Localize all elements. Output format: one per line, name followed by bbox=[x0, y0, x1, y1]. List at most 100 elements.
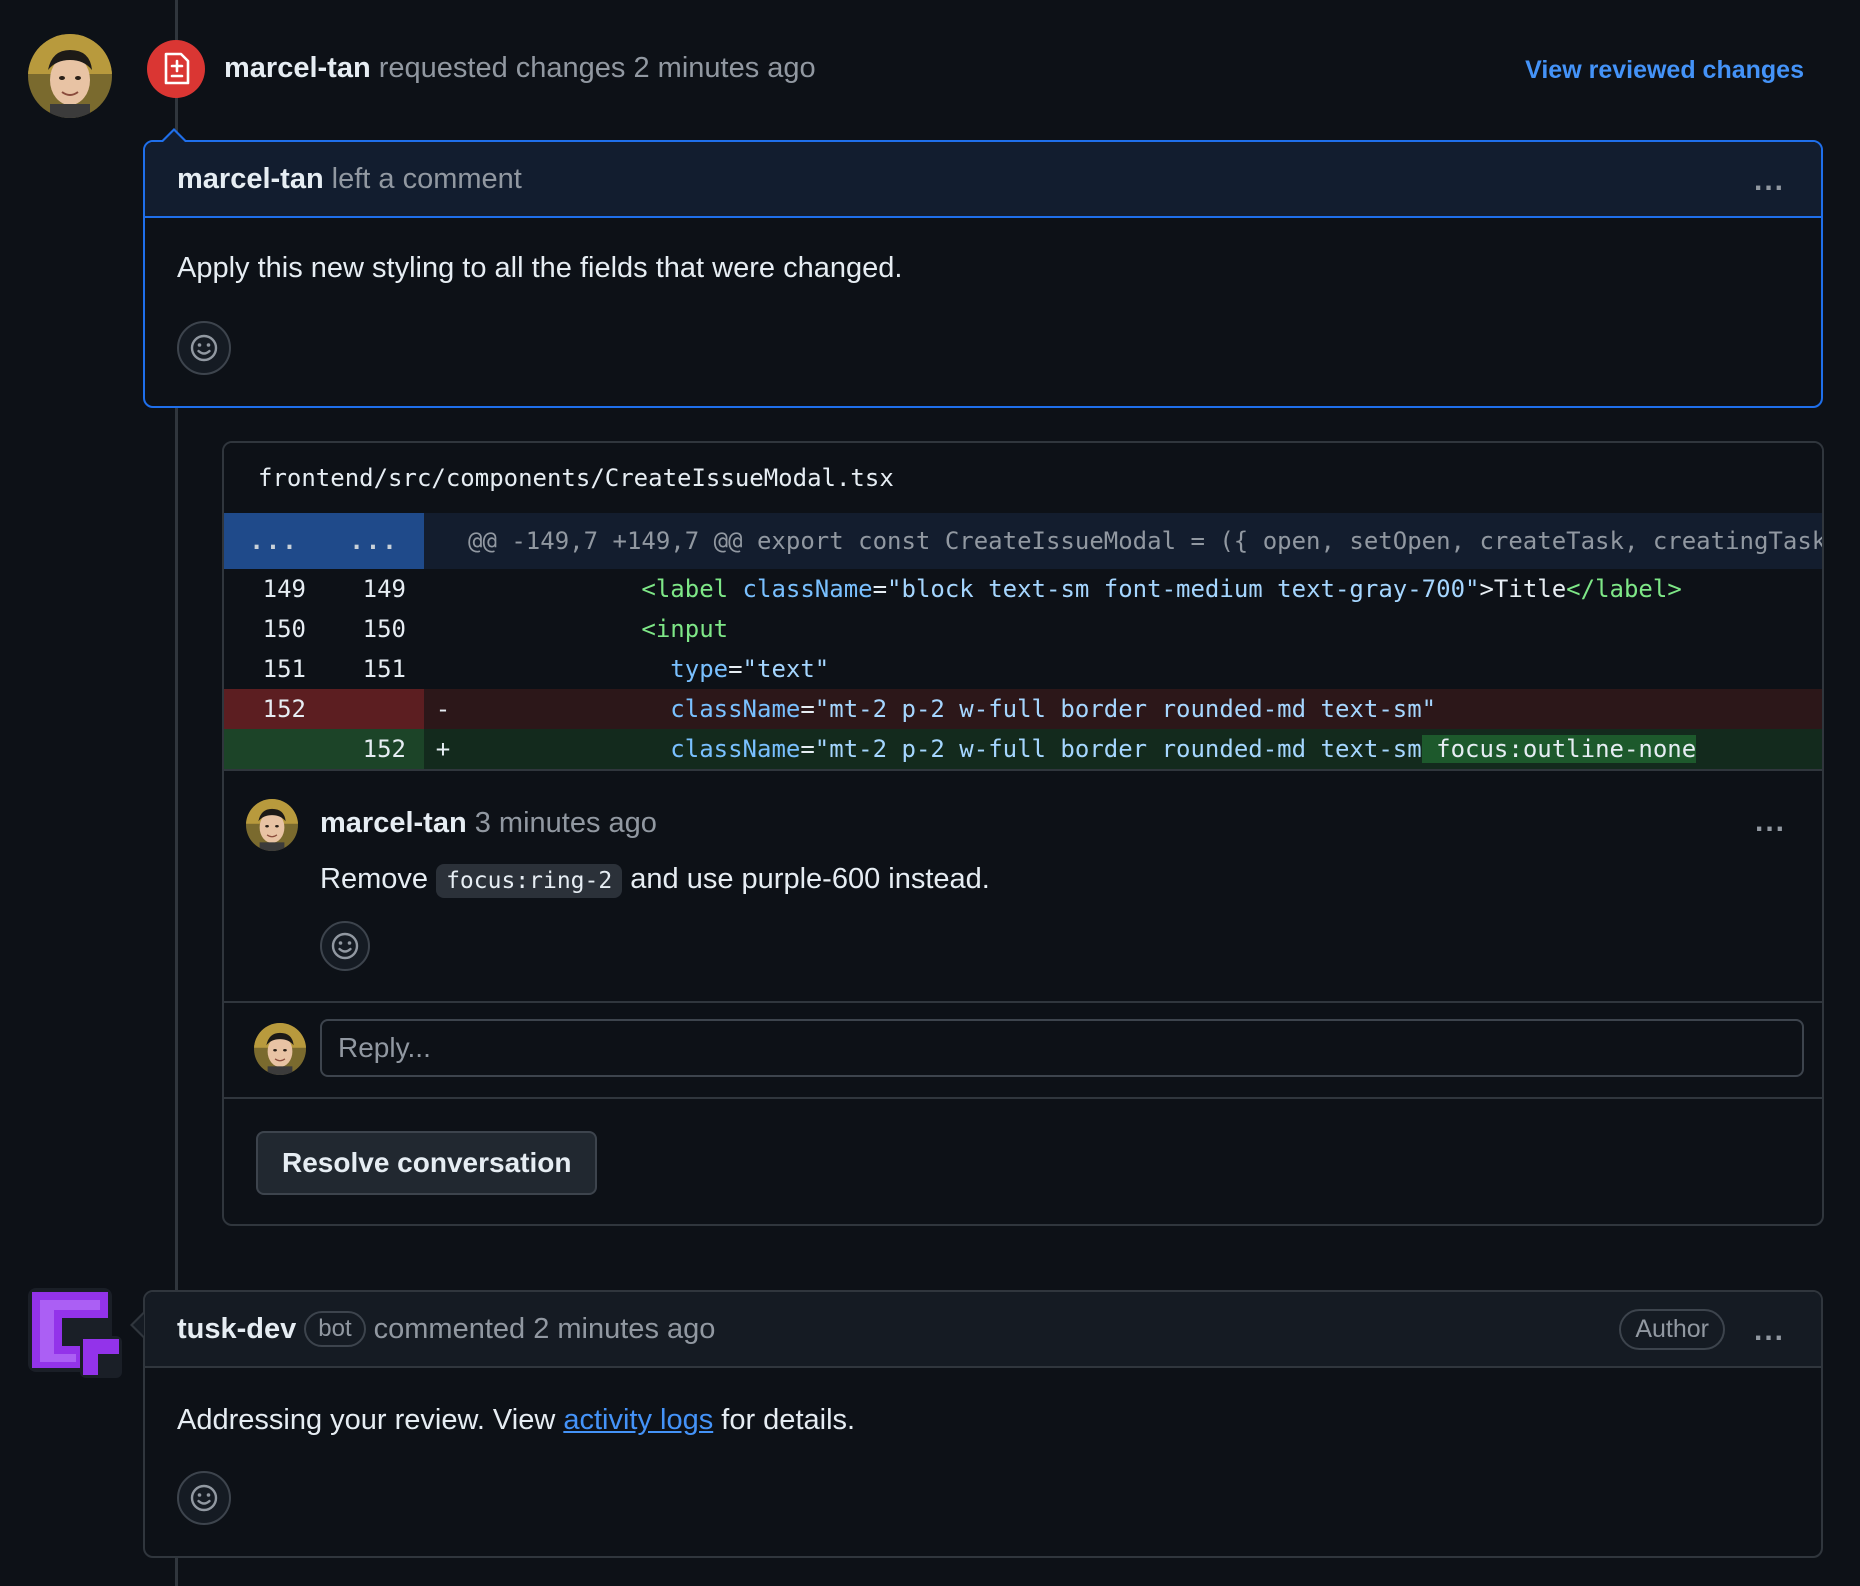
line-number-gutter: 152 bbox=[224, 689, 424, 729]
line-number-gutter: 151 151 bbox=[224, 649, 424, 689]
kebab-horizontal-icon[interactable]: ... bbox=[1754, 1314, 1785, 1348]
code-token: </ bbox=[1566, 575, 1596, 603]
hunk-gutter-left: ... bbox=[249, 527, 299, 555]
diff-line: 150 150 <input bbox=[224, 609, 1822, 649]
hunk-header: @@ -149,7 +149,7 @@ export const CreateI… bbox=[468, 527, 1824, 555]
bot-comment-text: Addressing your review. View activity lo… bbox=[177, 1404, 1789, 1437]
resolve-conversation-button[interactable]: Resolve conversation bbox=[256, 1131, 598, 1195]
review-thread: frontend/src/components/CreateIssueModal… bbox=[222, 441, 1824, 1226]
code-content: <label className="block text-sm font-med… bbox=[462, 575, 1682, 603]
thread-comment: marcel-tan 3 minutes ago ... Remove focu… bbox=[224, 769, 1822, 1001]
review-action: requested changes bbox=[378, 52, 626, 84]
code-token: = bbox=[800, 695, 815, 723]
review-comment-header: marcel-tan left a comment ... bbox=[145, 142, 1821, 218]
code-token: "text" bbox=[742, 655, 830, 683]
resolve-area: Resolve conversation bbox=[224, 1099, 1822, 1224]
bot-comment-body: Addressing your review. View activity lo… bbox=[145, 1368, 1821, 1525]
file-diff-icon bbox=[147, 40, 205, 98]
hunk-header-row: ... ... @@ -149,7 +149,7 @@ export const… bbox=[224, 513, 1822, 569]
new-line-number[interactable]: 149 bbox=[324, 575, 424, 603]
bot-action: commented 2 minutes ago bbox=[373, 1312, 716, 1345]
new-line-number[interactable]: 150 bbox=[324, 615, 424, 643]
code-token: "block text-sm font-medium text-gray-700… bbox=[887, 575, 1480, 603]
code-token: = bbox=[800, 735, 815, 763]
code-token: >Title bbox=[1479, 575, 1567, 603]
line-number-gutter: 152 bbox=[224, 729, 424, 769]
diff-line-added: 152 + className="mt-2 p-2 w-full border r… bbox=[224, 729, 1822, 769]
old-line-number[interactable]: 151 bbox=[224, 655, 324, 683]
diff-sign: - bbox=[435, 695, 451, 723]
diff-sign: + bbox=[435, 735, 451, 763]
reply-input[interactable]: Reply... bbox=[320, 1019, 1804, 1077]
code-token: className bbox=[742, 575, 873, 603]
comment-caret-inner bbox=[163, 131, 185, 142]
bot-comment: tusk-dev bot commented 2 minutes ago Aut… bbox=[143, 1290, 1823, 1558]
kebab-horizontal-icon[interactable]: ... bbox=[1754, 164, 1785, 198]
old-line-number[interactable]: 149 bbox=[224, 575, 324, 603]
old-line-number[interactable]: 152 bbox=[224, 695, 324, 723]
line-number-gutter: 149 149 bbox=[224, 569, 424, 609]
code-token: = bbox=[872, 575, 888, 603]
code-token: type bbox=[670, 655, 729, 683]
line-number-gutter: 150 150 bbox=[224, 609, 424, 649]
code-token: input bbox=[655, 615, 729, 643]
code-token: className bbox=[670, 735, 801, 763]
code-token: "mt-2 p-2 w-full border rounded-md text-… bbox=[814, 735, 1422, 763]
smiley-icon[interactable] bbox=[177, 321, 231, 375]
code-token: className bbox=[670, 695, 801, 723]
comment-body: Apply this new styling to all the fields… bbox=[145, 218, 1821, 375]
bot-author-link[interactable]: tusk-dev bbox=[177, 1313, 296, 1346]
code-token: > bbox=[1667, 575, 1682, 603]
comment-author-link[interactable]: marcel-tan bbox=[177, 163, 324, 196]
new-line-number[interactable]: 152 bbox=[324, 735, 424, 763]
diff-line-deleted: 152 - className="mt-2 p-2 w-full border r… bbox=[224, 689, 1822, 729]
code-content: className="mt-2 p-2 w-full border rounde… bbox=[462, 735, 1697, 763]
old-line-number[interactable]: 150 bbox=[224, 615, 324, 643]
expand-hunk-button[interactable]: ... ... bbox=[224, 513, 424, 569]
code-content: type="text" bbox=[462, 655, 829, 683]
view-reviewed-changes-link[interactable]: View reviewed changes bbox=[1525, 56, 1804, 85]
code-token: "mt-2 p-2 w-full border rounded-md text-… bbox=[814, 695, 1437, 723]
code-token: focus:outline-none bbox=[1421, 735, 1697, 763]
code-token: < bbox=[641, 615, 656, 643]
review-comment: marcel-tan left a comment ... Apply this… bbox=[143, 140, 1823, 408]
review-time[interactable]: 2 minutes ago bbox=[633, 52, 815, 84]
thread-body-after: and use purple-600 instead. bbox=[630, 863, 990, 895]
activity-logs-link[interactable]: activity logs bbox=[563, 1404, 713, 1436]
bot-comment-header: tusk-dev bot commented 2 minutes ago Aut… bbox=[145, 1292, 1821, 1368]
bot-badge: bot bbox=[304, 1311, 366, 1347]
kebab-horizontal-icon[interactable]: ... bbox=[1755, 805, 1786, 839]
code-token: label bbox=[655, 575, 729, 603]
thread-comment-header: marcel-tan 3 minutes ago bbox=[320, 807, 657, 840]
diff-line: 151 151 type="text" bbox=[224, 649, 1822, 689]
file-path[interactable]: frontend/src/components/CreateIssueModal… bbox=[224, 443, 1822, 513]
reply-avatar bbox=[254, 1023, 306, 1075]
code-content: className="mt-2 p-2 w-full border rounde… bbox=[462, 695, 1436, 723]
author-badge: Author bbox=[1619, 1309, 1725, 1350]
code-token: < bbox=[641, 575, 656, 603]
bot-body-after: for details. bbox=[721, 1404, 856, 1436]
thread-body-before: Remove bbox=[320, 863, 428, 895]
bot-comment-caret-inner bbox=[133, 1314, 144, 1336]
reviewer-avatar[interactable] bbox=[28, 34, 112, 118]
inline-code: focus:ring-2 bbox=[436, 864, 623, 898]
new-line-number[interactable]: 151 bbox=[324, 655, 424, 683]
smiley-icon[interactable] bbox=[177, 1471, 231, 1525]
bot-avatar[interactable] bbox=[28, 1288, 124, 1380]
bot-body-before: Addressing your review. View bbox=[177, 1404, 556, 1436]
smiley-icon[interactable] bbox=[320, 921, 370, 971]
thread-avatar[interactable] bbox=[246, 799, 298, 851]
code-token: = bbox=[728, 655, 743, 683]
review-header: marcel-tan requested changes 2 minutes a… bbox=[224, 52, 816, 85]
thread-comment-body: Remove focus:ring-2 and use purple-600 i… bbox=[320, 863, 990, 898]
review-author-link[interactable]: marcel-tan bbox=[224, 52, 371, 84]
diff-table: ... ... @@ -149,7 +149,7 @@ export const… bbox=[224, 513, 1822, 769]
code-content: <input bbox=[462, 615, 728, 643]
thread-author-link[interactable]: marcel-tan bbox=[320, 807, 467, 839]
thread-time[interactable]: 3 minutes ago bbox=[475, 807, 657, 839]
